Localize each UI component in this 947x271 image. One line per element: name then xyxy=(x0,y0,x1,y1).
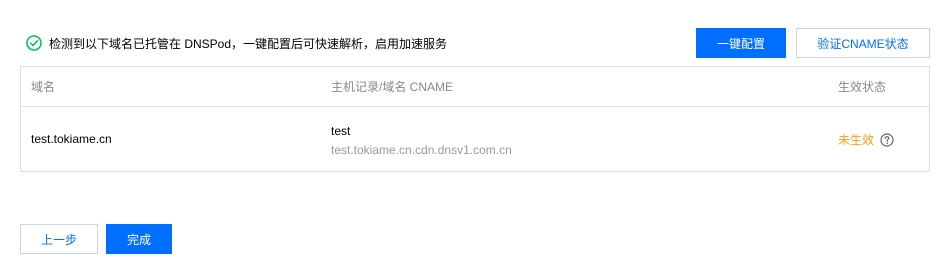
status-badge: 未生效 xyxy=(838,133,875,147)
notice-text: 检测到以下域名已托管在 DNSPod，一键配置后可快速解析，启用加速服务 xyxy=(49,36,448,51)
verify-cname-button[interactable]: 验证CNAME状态 xyxy=(796,28,930,58)
cname-value: test.tokiame.cn.cdn.dnsv1.com.cn xyxy=(331,143,512,157)
one-click-config-button[interactable]: 一键配置 xyxy=(696,28,786,58)
cdn-domain-config-step: 检测到以下域名已托管在 DNSPod，一键配置后可快速解析，启用加速服务 一键配… xyxy=(0,0,947,271)
domain-table: 域名 主机记录/域名 CNAME 生效状态 test.tokiame.cn te… xyxy=(20,66,930,172)
table-header: 域名 主机记录/域名 CNAME 生效状态 xyxy=(21,67,929,107)
column-header-domain: 域名 xyxy=(31,80,56,94)
column-header-status: 生效状态 xyxy=(838,80,887,94)
help-circle-icon[interactable] xyxy=(880,132,894,147)
check-circle-icon xyxy=(26,35,42,51)
finish-button[interactable]: 完成 xyxy=(106,224,172,254)
prev-step-button[interactable]: 上一步 xyxy=(20,224,98,254)
status-cell: 未生效 xyxy=(838,131,894,148)
table-row: test.tokiame.cn test test.tokiame.cn.cdn… xyxy=(21,107,929,171)
cname-cell: test test.tokiame.cn.cdn.dnsv1.com.cn xyxy=(331,123,512,158)
dnspod-notice: 检测到以下域名已托管在 DNSPod，一键配置后可快速解析，启用加速服务 xyxy=(26,34,447,52)
domain-cell: test.tokiame.cn xyxy=(31,132,112,146)
host-record: test xyxy=(331,124,351,138)
column-header-cname: 主机记录/域名 CNAME xyxy=(331,80,454,94)
